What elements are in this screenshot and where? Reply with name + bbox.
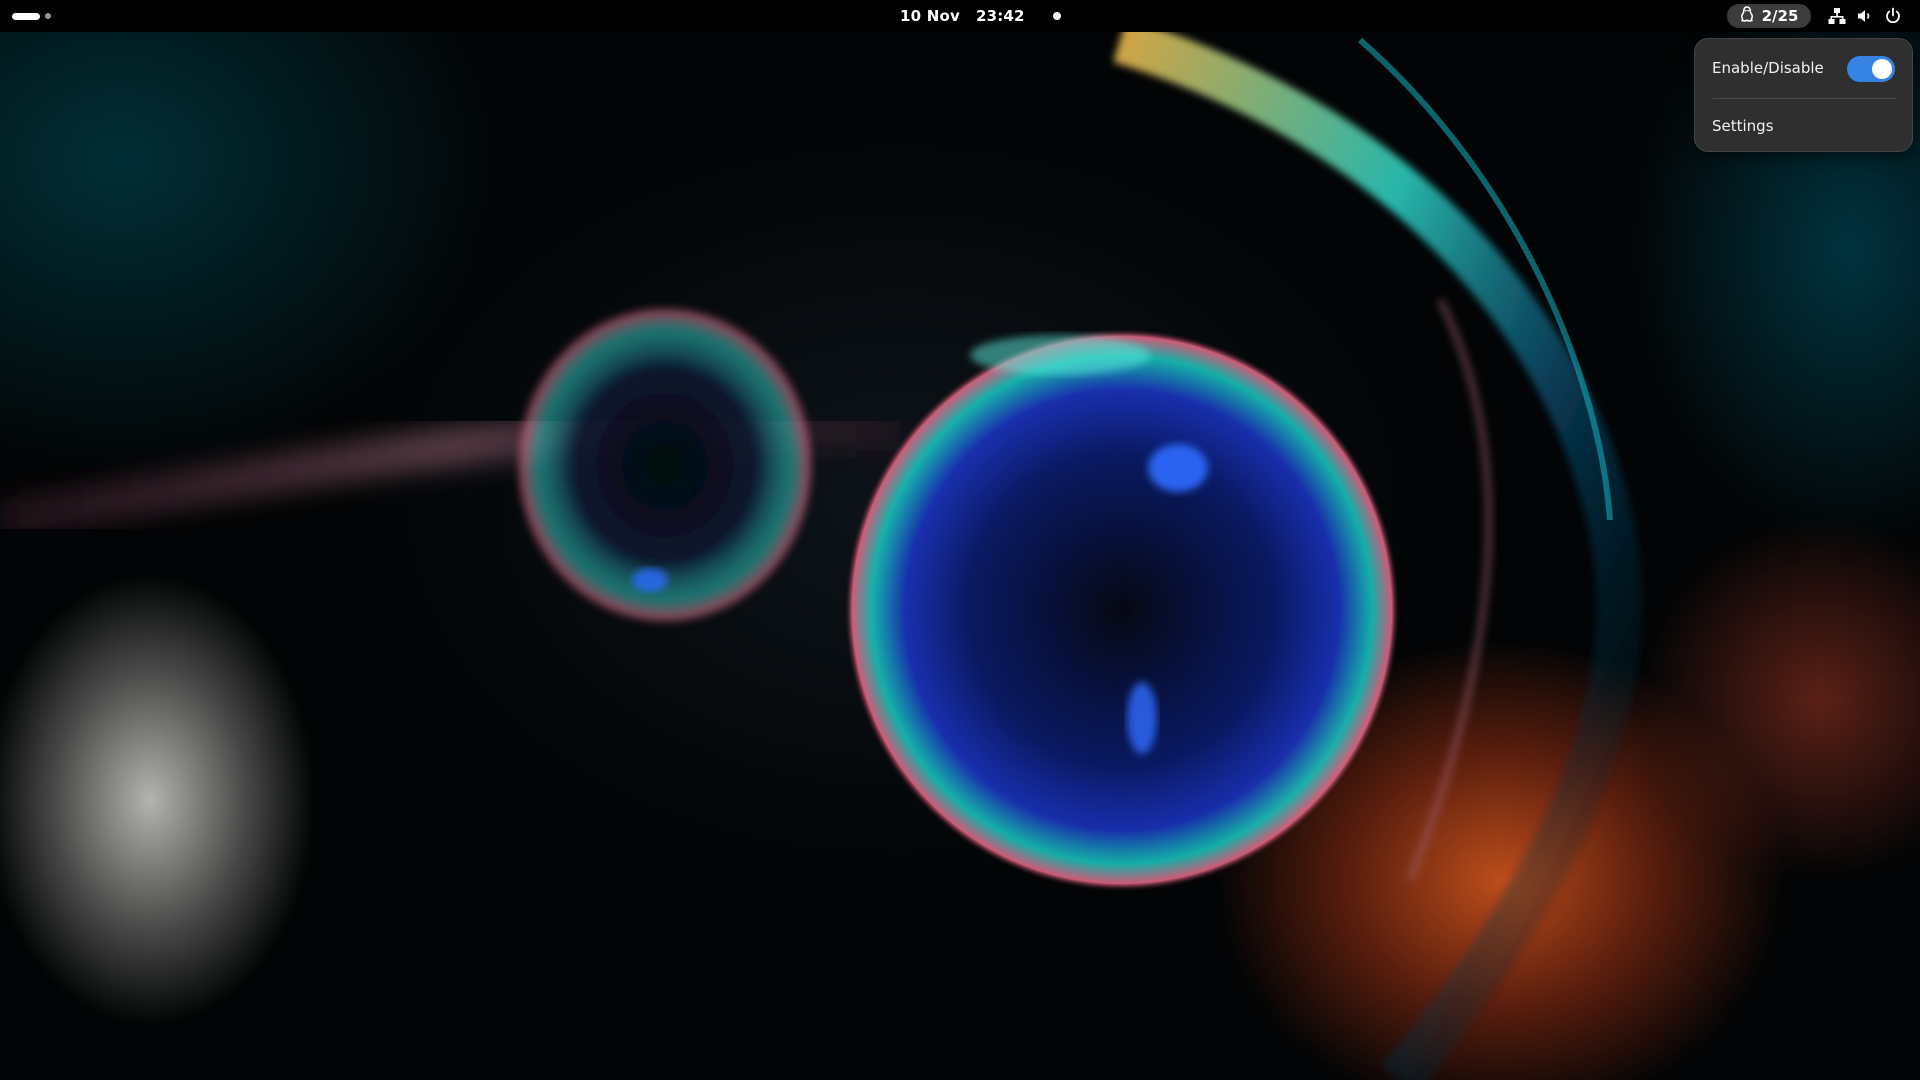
settings-menu-item[interactable]: Settings: [1701, 107, 1906, 145]
notification-dot-icon: [1052, 12, 1061, 20]
workspace-dot-icon: [45, 13, 51, 19]
power-icon[interactable]: [1884, 7, 1902, 25]
enable-disable-label: Enable/Disable: [1712, 59, 1824, 77]
clock-time: 23:42: [975, 6, 1025, 25]
network-wired-icon[interactable]: [1828, 7, 1846, 25]
clock-date: 10 Nov: [900, 6, 960, 25]
system-status-area[interactable]: [1828, 6, 1902, 26]
settings-label: Settings: [1712, 117, 1774, 135]
volume-icon[interactable]: [1856, 7, 1874, 25]
extension-indicator-button[interactable]: 2/25: [1727, 4, 1811, 28]
date-time-menu[interactable]: 10 Nov 23:42: [900, 0, 1061, 32]
workspace-indicator-icon: [12, 12, 40, 20]
activities-button[interactable]: [12, 9, 51, 23]
toggle-knob: [1872, 59, 1892, 79]
top-bar: 10 Nov 23:42 2/25: [0, 0, 1920, 32]
enable-disable-toggle[interactable]: [1847, 56, 1895, 82]
desktop-wallpaper: [0, 0, 1920, 1080]
enable-disable-menu-item[interactable]: Enable/Disable: [1701, 49, 1906, 87]
tux-penguin-icon: [1740, 6, 1754, 26]
bubbles-wallpaper-art: [0, 18, 1643, 1080]
menu-separator: [1713, 98, 1897, 99]
extension-indicator-count: 2/25: [1761, 7, 1799, 25]
extension-popup-menu: Enable/Disable Settings: [1694, 38, 1913, 152]
